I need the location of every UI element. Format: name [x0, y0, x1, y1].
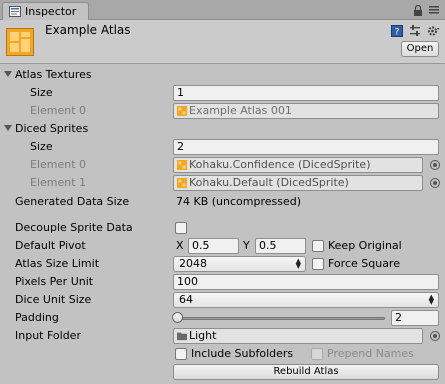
default-pivot-row: Default Pivot X 0.5 Y 0.5 Keep Original [15, 238, 402, 254]
diced-sprites-size-row: Size 2 [0, 138, 445, 156]
force-square-checkbox[interactable] [312, 258, 324, 270]
svg-text:?: ? [395, 28, 400, 38]
pixels-per-unit-row: Pixels Per Unit 100 [0, 273, 445, 291]
decouple-sprite-data-row: Decouple Sprite Data [0, 219, 445, 237]
diced-sprites-element0-row: Element 0 Kohaku.Confidence (DicedSprite… [0, 156, 445, 174]
pivot-y-field[interactable]: 0.5 [255, 238, 306, 254]
atlas-textures-foldout[interactable]: Atlas Textures [0, 66, 445, 84]
padding-slider-thumb[interactable] [172, 312, 183, 323]
diced-sprites-foldout[interactable]: Diced Sprites [0, 120, 445, 138]
inspector-header: Example Atlas ? [0, 20, 445, 64]
dropdown-arrows-icon: ▲ ▼ [428, 293, 434, 306]
open-button[interactable]: Open [401, 41, 439, 57]
generated-data-size-row: Generated Data Size 74 KB (uncompressed) [15, 195, 302, 208]
asset-title: Example Atlas [45, 23, 131, 37]
diced-sprite-object-field-1[interactable]: Kohaku.Default (DicedSprite) [173, 175, 423, 191]
diced-sprite-object-field-0[interactable]: Kohaku.Confidence (DicedSprite) [173, 157, 423, 173]
rebuild-atlas-row: Rebuild Atlas [0, 363, 445, 381]
diced-sprites-element1-row: Element 1 Kohaku.Default (DicedSprite) [0, 174, 445, 192]
input-folder-object-field[interactable]: Light [173, 328, 423, 344]
pivot-x-field[interactable]: 0.5 [188, 238, 239, 254]
menu-icon[interactable] [427, 3, 441, 17]
atlas-textures-size-row: Size 1 [0, 84, 445, 102]
preset-sliders-icon[interactable] [408, 24, 422, 38]
decouple-sprite-data-checkbox[interactable] [175, 222, 187, 234]
atlas-size-limit-row: Atlas Size Limit 2048 ▲ ▼ Force Square [15, 256, 400, 272]
diced-sprite-icon [177, 160, 187, 170]
foldout-arrow-icon[interactable] [4, 71, 12, 77]
atlas-size-limit-dropdown[interactable]: 2048 ▲ ▼ [173, 256, 306, 272]
tab-label: Inspector [25, 5, 77, 18]
diced-sprite-icon [177, 178, 187, 188]
object-picker-icon[interactable] [430, 178, 440, 188]
object-picker-icon[interactable] [430, 160, 440, 170]
dice-unit-size-row: Dice Unit Size 64 ▲ ▼ [0, 291, 445, 309]
atlas-texture-object-field[interactable]: Example Atlas 001 [173, 103, 439, 119]
object-picker-icon[interactable] [430, 331, 440, 341]
padding-slider-track[interactable] [176, 317, 385, 320]
help-book-icon[interactable]: ? [390, 24, 404, 38]
include-subfolders-checkbox[interactable] [175, 348, 187, 360]
foldout-arrow-icon[interactable] [4, 125, 12, 131]
dropdown-arrows-icon: ▲ ▼ [295, 257, 301, 270]
keep-original-checkbox[interactable] [312, 240, 324, 252]
info-icon [9, 6, 21, 17]
tab-inspector[interactable]: Inspector [2, 2, 89, 20]
rebuild-atlas-button[interactable]: Rebuild Atlas [173, 364, 439, 380]
lock-icon[interactable] [411, 3, 425, 17]
atlas-textures-element0-row: Element 0 Example Atlas 001 [0, 102, 445, 120]
atlas-asset-icon [6, 28, 34, 56]
gear-icon[interactable] [426, 24, 440, 38]
atlas-object-icon [177, 106, 187, 116]
padding-row: Padding 2 [0, 309, 445, 327]
prepend-names-checkbox[interactable] [311, 348, 323, 360]
padding-field[interactable]: 2 [391, 310, 439, 326]
tab-bar: Inspector [0, 0, 445, 20]
atlas-textures-size-field[interactable]: 1 [173, 85, 439, 101]
dice-unit-size-dropdown[interactable]: 64 ▲ ▼ [173, 292, 439, 308]
pixels-per-unit-field[interactable]: 100 [173, 274, 439, 290]
folder-icon [177, 332, 187, 341]
input-folder-row: Input Folder Light [0, 327, 445, 345]
diced-sprites-size-field[interactable]: 2 [173, 139, 439, 155]
generated-data-size-value: 74 KB (uncompressed) [176, 195, 302, 208]
folder-options-row: Include Subfolders Prepend Names [0, 345, 445, 363]
